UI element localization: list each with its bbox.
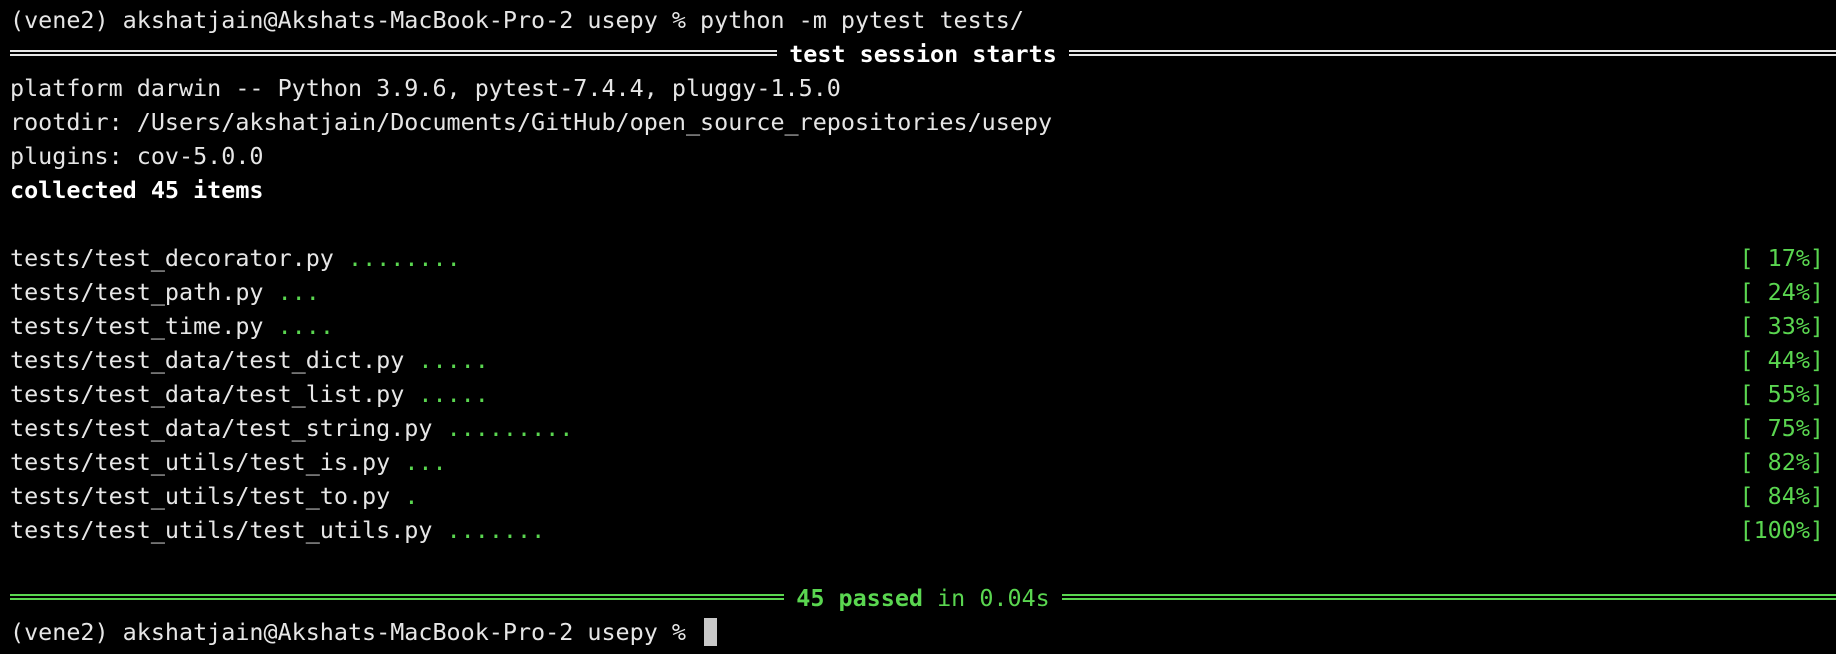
platform-info: platform darwin -- Python 3.9.6, pytest-… xyxy=(10,74,841,102)
test-pass-dots: . xyxy=(404,482,419,510)
progress-percent: [ 84%] xyxy=(1739,482,1825,510)
command-text: python -m pytest tests/ xyxy=(700,6,1024,34)
terminal-window[interactable]: (vene2) akshatjain@Akshats-MacBook-Pro-2… xyxy=(0,0,1836,654)
test-results-list: tests/test_decorator.py ........[ 17%] te… xyxy=(10,241,1830,547)
test-file-path: tests/test_utils/test_utils.py xyxy=(10,516,433,544)
test-result-row: tests/test_utils/test_utils.py ....... [1… xyxy=(10,513,1830,547)
summary-title: 45 passed in 0.04s xyxy=(784,581,1062,615)
collected-count: collected 45 items xyxy=(10,176,264,204)
test-file-path: tests/test_data/test_dict.py xyxy=(10,346,405,374)
test-file-path: tests/test_time.py xyxy=(10,312,264,340)
test-result-row: tests/test_data/test_string.py .........… xyxy=(10,411,1830,445)
terminal-output: (vene2) akshatjain@Akshats-MacBook-Pro-2… xyxy=(10,3,1836,649)
command-line: (vene2) akshatjain@Akshats-MacBook-Pro-2… xyxy=(10,3,1830,37)
progress-percent: [ 75%] xyxy=(1739,414,1825,442)
text-cursor xyxy=(704,618,718,646)
session-header-title: test session starts xyxy=(789,40,1057,68)
shell-prompt: (vene2) akshatjain@Akshats-MacBook-Pro-2… xyxy=(10,6,701,34)
session-header-separator: test session starts xyxy=(10,37,1836,71)
progress-percent: [ 33%] xyxy=(1739,312,1825,340)
test-pass-dots: ..... xyxy=(418,346,489,374)
separator-rule-right xyxy=(1061,581,1836,615)
progress-percent: [100%] xyxy=(1739,516,1825,544)
test-result-row: tests/test_data/test_list.py ..... [ 55%] xyxy=(10,377,1830,411)
prompt-line[interactable]: (vene2) akshatjain@Akshats-MacBook-Pro-2… xyxy=(10,615,1830,649)
summary-separator: 45 passed in 0.04s xyxy=(10,581,1836,615)
progress-percent: [ 24%] xyxy=(1739,278,1825,306)
test-result-row: tests/test_utils/test_is.py ... [ 82%] xyxy=(10,445,1830,479)
test-result-row: tests/test_data/test_dict.py ..... [ 44%] xyxy=(10,343,1830,377)
separator-rule-left xyxy=(10,37,778,71)
test-file-path: tests/test_utils/test_is.py xyxy=(10,448,391,476)
plugins-info: plugins: cov-5.0.0 xyxy=(10,142,264,170)
test-pass-dots: ........ xyxy=(348,244,461,272)
test-result-row: tests/test_path.py ... [ 24%] xyxy=(10,275,1830,309)
test-file-path: tests/test_decorator.py xyxy=(10,244,334,272)
duration-text: in 0.04s xyxy=(923,584,1050,612)
test-file-path: tests/test_utils/test_to.py xyxy=(10,482,391,510)
test-pass-dots: ..... xyxy=(418,380,489,408)
rootdir-info: rootdir: /Users/akshatjain/Documents/Git… xyxy=(10,108,1053,136)
test-pass-dots: ... xyxy=(277,278,320,306)
test-result-row: tests/test_utils/test_to.py . [ 84%] xyxy=(10,479,1830,513)
test-file-path: tests/test_data/test_string.py xyxy=(10,414,433,442)
test-pass-dots: ....... xyxy=(446,516,546,544)
shell-prompt: (vene2) akshatjain@Akshats-MacBook-Pro-2… xyxy=(10,618,701,646)
progress-percent: [ 82%] xyxy=(1739,448,1825,476)
passed-count: 45 passed xyxy=(796,584,923,612)
test-result-row: tests/test_decorator.py ........ [ 17%] xyxy=(10,241,1830,275)
progress-percent: [ 55%] xyxy=(1739,380,1825,408)
test-pass-dots: ......... xyxy=(446,414,574,442)
test-result-row: tests/test_time.py .... [ 33%] xyxy=(10,309,1830,343)
separator-rule-left xyxy=(10,581,785,615)
progress-percent: [ 44%] xyxy=(1739,346,1825,374)
separator-rule-right xyxy=(1068,37,1836,71)
test-file-path: tests/test_path.py xyxy=(10,278,264,306)
test-pass-dots: .... xyxy=(277,312,334,340)
progress-percent: [ 17%] xyxy=(1739,244,1825,272)
test-file-path: tests/test_data/test_list.py xyxy=(10,380,405,408)
test-pass-dots: ... xyxy=(404,448,447,476)
